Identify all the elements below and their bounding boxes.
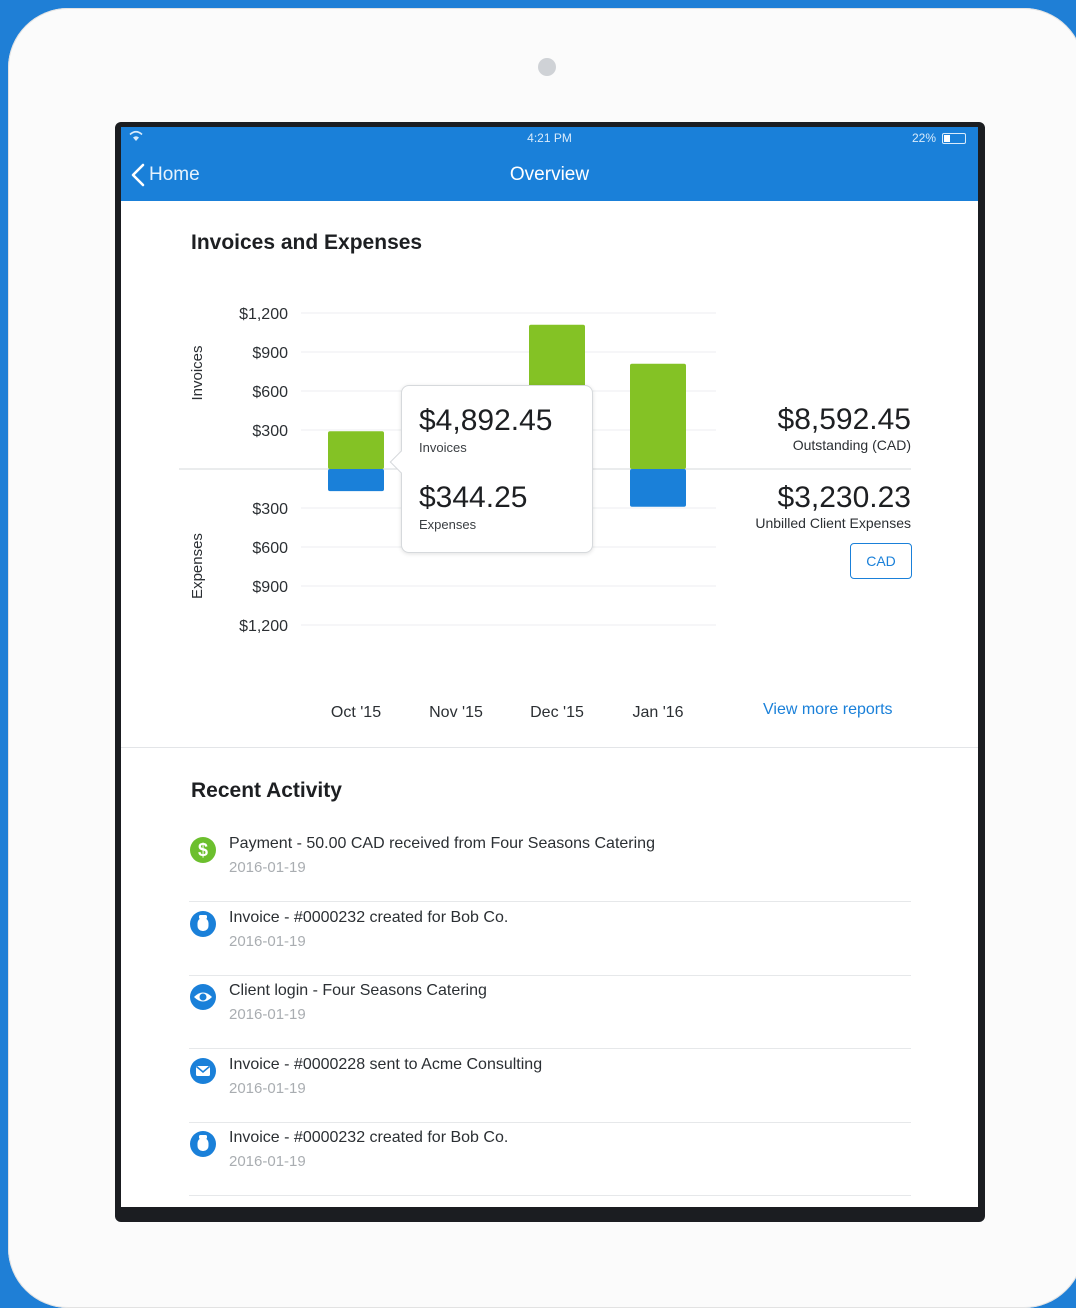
tooltip-expenses-label: Expenses bbox=[419, 517, 477, 532]
invoice-icon bbox=[190, 1131, 216, 1157]
section-divider bbox=[121, 747, 978, 748]
activity-date: 2016-01-19 bbox=[229, 1006, 306, 1023]
unbilled-label: Unbilled Client Expenses bbox=[755, 515, 911, 531]
invoice-bar bbox=[630, 363, 686, 469]
currency-button[interactable]: CAD bbox=[850, 543, 912, 579]
invoice-icon bbox=[190, 910, 216, 937]
unbilled-amount: $3,230.23 bbox=[777, 481, 911, 514]
dollar-icon: $ bbox=[190, 837, 216, 863]
y-tick-label: $1,200 bbox=[239, 306, 288, 323]
activity-text: Payment - 50.00 CAD received from Four S… bbox=[229, 835, 655, 852]
y-tick-label: $300 bbox=[252, 423, 288, 440]
app-screen: 4:21 PM 22% Home Overview Invoices and E… bbox=[121, 127, 978, 1207]
y-tick-label: $900 bbox=[252, 579, 288, 596]
activity-date: 2016-01-19 bbox=[229, 859, 306, 876]
activity-date: 2016-01-19 bbox=[229, 932, 306, 950]
activity-text: Client login - Four Seasons Catering bbox=[229, 982, 487, 999]
expense-bar bbox=[630, 469, 686, 507]
x-tick-label: Dec '15 bbox=[530, 704, 584, 721]
activity-text: Invoice - #0000232 created for Bob Co. bbox=[229, 1129, 509, 1146]
y-axis-label-invoices: Invoices bbox=[189, 345, 206, 400]
activity-text: Invoice - #0000228 sent to Acme Consulti… bbox=[229, 1055, 543, 1073]
activity-item[interactable]: Invoice - #0000228 sent to Acme Consulti… bbox=[189, 1049, 911, 1123]
view-more-reports-link[interactable]: View more reports bbox=[763, 701, 893, 719]
x-tick-label: Oct '15 bbox=[331, 704, 381, 721]
x-tick-label: Nov '15 bbox=[429, 704, 483, 721]
activity-date: 2016-01-19 bbox=[229, 1153, 306, 1170]
tooltip-invoices-value: $4,892.45 bbox=[419, 404, 553, 437]
outstanding-summary: $8,592.45 Outstanding (CAD) bbox=[778, 403, 911, 453]
x-tick-label: Jan '16 bbox=[632, 704, 683, 721]
tooltip-invoices-label: Invoices bbox=[419, 440, 467, 455]
activity-item[interactable]: Invoice - #0000232 created for Bob Co. 20… bbox=[189, 902, 911, 976]
invoice-bar bbox=[328, 431, 384, 469]
y-tick-label: $900 bbox=[252, 345, 288, 362]
activity-date: 2016-01-19 bbox=[229, 1079, 306, 1097]
y-tick-label: $300 bbox=[252, 501, 288, 518]
activity-item[interactable]: Client login - Four Seasons Catering 2016… bbox=[189, 975, 911, 1049]
activity-text: Invoice - #0000232 created for Bob Co. bbox=[229, 908, 509, 926]
activity-item[interactable]: $ Payment - 50.00 CAD received from Four … bbox=[189, 828, 911, 902]
eye-icon bbox=[190, 984, 216, 1010]
mail-icon bbox=[190, 1057, 216, 1084]
y-axis-label-expenses: Expenses bbox=[189, 533, 206, 599]
outstanding-label: Outstanding (CAD) bbox=[792, 437, 911, 453]
recent-activity-title: Recent Activity bbox=[191, 779, 342, 802]
camera-icon bbox=[538, 58, 556, 76]
tooltip-expenses-value: $344.25 bbox=[419, 481, 528, 514]
y-tick-label: $600 bbox=[252, 384, 288, 401]
outstanding-amount: $8,592.45 bbox=[777, 403, 911, 436]
svg-text:$: $ bbox=[198, 840, 208, 860]
chart-tooltip: $4,892.45 Invoices $344.25 Expenses bbox=[401, 385, 593, 553]
expense-bar bbox=[328, 469, 384, 492]
y-tick-label: $600 bbox=[252, 540, 288, 557]
y-tick-label: $1,200 bbox=[239, 618, 288, 635]
unbilled-summary: $3,230.23 Unbilled Client Expenses bbox=[755, 481, 911, 531]
